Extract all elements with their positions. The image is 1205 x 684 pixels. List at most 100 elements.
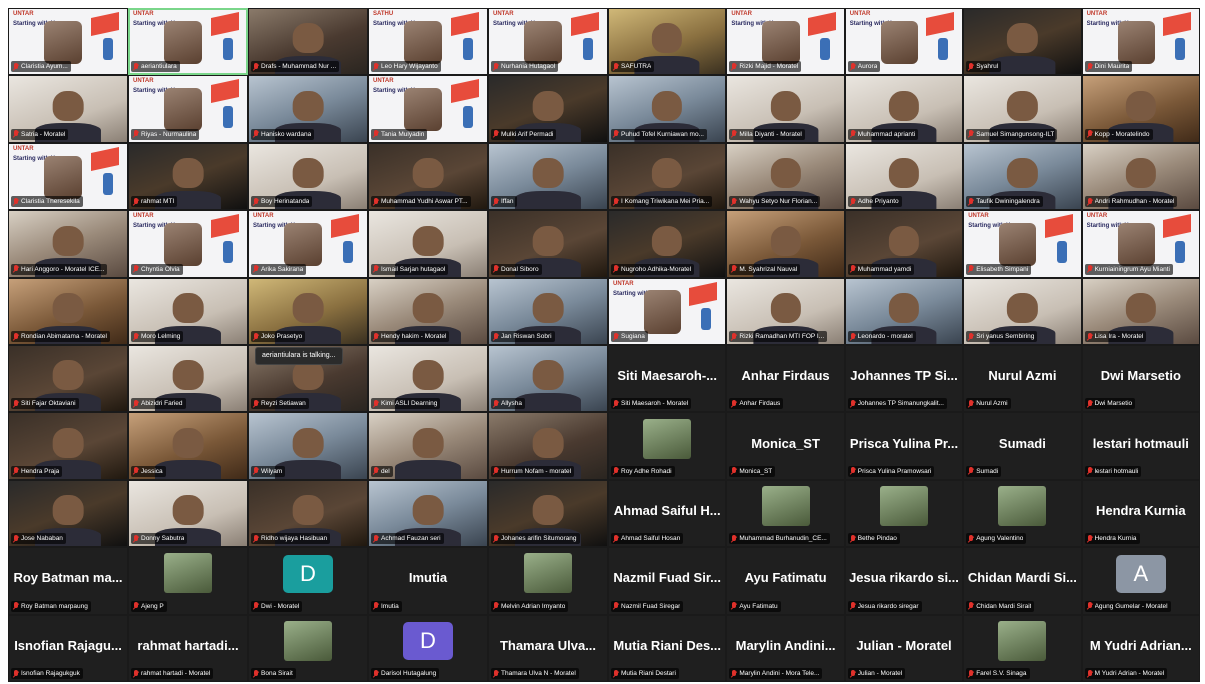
participant-tile[interactable]: Jesua rikardo si... Jesua rikardo siregar bbox=[844, 547, 964, 615]
participant-tile[interactable]: UNTAR Starting with You Riyas - Nurmaulina bbox=[128, 75, 248, 143]
participant-tile[interactable]: Melvin Adrian Irnyanto bbox=[488, 547, 608, 615]
participant-tile[interactable]: Prisca Yulina Pr... Prisca Yulina Pramows… bbox=[844, 412, 964, 480]
participant-tile[interactable]: Ajeng P bbox=[128, 547, 248, 615]
participant-tile[interactable]: Marylin Andini... Marylin Andini - Mora T… bbox=[726, 614, 845, 682]
participant-tile[interactable]: Puhud Tofel Kurniawan mo... bbox=[608, 75, 727, 143]
participant-tile[interactable]: Johannes TP Si... Johannes TP Simanungkal… bbox=[844, 345, 964, 413]
participant-tile[interactable]: Allysha bbox=[488, 345, 608, 413]
participant-tile[interactable]: Rondian Abimatama - Moratel bbox=[8, 277, 128, 345]
participant-tile[interactable]: Hendy hakim - Moratel bbox=[368, 277, 488, 345]
participant-tile[interactable]: Sri yanus Sembiring bbox=[963, 277, 1082, 345]
participant-tile[interactable]: Isnofian Rajagu... Isnofian Rajagukguk bbox=[8, 614, 128, 682]
participant-tile[interactable]: UNTAR Starting with You Aurora bbox=[844, 8, 964, 76]
participant-tile[interactable]: Jan Riswan Sobri bbox=[488, 277, 608, 345]
participant-tile[interactable]: UNTAR Starting with You Chyntia Olvia bbox=[128, 210, 248, 278]
participant-tile[interactable]: SAFUTRA bbox=[608, 8, 727, 76]
participant-tile[interactable]: Anhar Firdaus Anhar Firdaus bbox=[726, 345, 845, 413]
participant-tile[interactable]: Iffan bbox=[488, 142, 608, 211]
participant-tile[interactable]: Milla Diyanti - Moratel bbox=[726, 75, 845, 143]
participant-tile[interactable]: M. Syahrizal Nauval bbox=[726, 210, 845, 278]
participant-tile[interactable]: rahmat hartadi... rahmat hartadi - Morate… bbox=[128, 614, 248, 682]
participant-tile[interactable]: D Darisol Hutagalung bbox=[368, 614, 488, 682]
participant-tile[interactable]: Adhe Priyanto bbox=[844, 142, 964, 211]
participant-tile[interactable]: Muhammad Yudhi Aswar PT... bbox=[368, 142, 488, 211]
participant-tile[interactable]: A Agung Gumelar - Moratel bbox=[1081, 547, 1200, 615]
participant-tile[interactable]: UNTAR Starting with You aeriantiulara bbox=[128, 8, 248, 76]
participant-tile[interactable]: Hendra Praja bbox=[8, 412, 128, 480]
participant-tile[interactable]: Ahmad Saiful H... Ahmad Saiful Hosan bbox=[608, 479, 727, 548]
participant-tile[interactable]: Monica_ST Monica_ST bbox=[726, 412, 845, 480]
participant-tile[interactable]: Jessica bbox=[128, 412, 248, 480]
participant-tile[interactable]: Bethe Pindao bbox=[844, 479, 964, 548]
participant-tile[interactable]: Joko Prasetyo bbox=[248, 277, 368, 345]
participant-tile[interactable]: Nazmil Fuad Sir... Nazmil Fuad Siregar bbox=[608, 547, 727, 615]
participant-tile[interactable]: Satria - Moratel bbox=[8, 75, 128, 143]
participant-tile[interactable]: Jose Nababan bbox=[8, 479, 128, 548]
participant-tile[interactable]: Ismail Sarjan hutagaol bbox=[368, 210, 488, 278]
participant-tile[interactable]: Lisa Ira - Moratel bbox=[1081, 277, 1200, 345]
participant-tile[interactable]: Leonardo - moratel bbox=[844, 277, 964, 345]
participant-tile[interactable]: Syahrul bbox=[963, 8, 1082, 76]
participant-tile[interactable]: Kopp - Moratelindo bbox=[1081, 75, 1200, 143]
participant-tile[interactable]: del bbox=[368, 412, 488, 480]
participant-tile[interactable]: Kimi ASLI Dearning bbox=[368, 345, 488, 413]
participant-tile[interactable]: Muhammad aprianti bbox=[844, 75, 964, 143]
participant-tile[interactable]: Julian - Moratel Julian - Moratel bbox=[844, 614, 964, 682]
participant-tile[interactable]: Nurul Azmi Nurul Azmi bbox=[963, 345, 1082, 413]
participant-tile[interactable]: Imutia Imutia bbox=[368, 547, 488, 615]
participant-tile[interactable]: Roy Batman ma... Roy Batman marpaung bbox=[8, 547, 128, 615]
participant-tile[interactable]: Thamara Ulva... Thamara Ulva N - Moratel bbox=[488, 614, 608, 682]
participant-tile[interactable]: Donny Sabutra bbox=[128, 479, 248, 548]
participant-tile[interactable]: M Yudri Adrian... M Yudri Adrian - Morate… bbox=[1081, 614, 1200, 682]
participant-tile[interactable]: D Dwi - Moratel bbox=[248, 547, 368, 615]
participant-tile[interactable]: Ridho wijaya Hasibuan bbox=[248, 479, 368, 548]
participant-tile[interactable]: Hendra Kurnia Hendra Kurnia bbox=[1081, 479, 1200, 548]
participant-tile[interactable]: Samuel Simangunsong-ILT bbox=[963, 75, 1082, 143]
participant-tile[interactable]: Andri Rahmudhan - Moratel bbox=[1081, 142, 1200, 211]
participant-tile[interactable]: UNTAR Starting with You Dini Maurita bbox=[1081, 8, 1200, 76]
participant-tile[interactable]: Rizki Ramadhan MTI FOP I... bbox=[726, 277, 845, 345]
participant-tile[interactable]: Bona Sirait bbox=[248, 614, 368, 682]
participant-tile[interactable]: Wilyam bbox=[248, 412, 368, 480]
participant-tile[interactable]: Hurrum Nofam - moratel bbox=[488, 412, 608, 480]
participant-tile[interactable]: I Komang Triwikana Mei Pria... bbox=[608, 142, 727, 211]
participant-tile[interactable]: UNTAR Starting with You Tania Mulyadin bbox=[368, 75, 488, 143]
participant-tile[interactable]: Taufik Dwiningalendra bbox=[963, 142, 1082, 211]
participant-tile[interactable]: Muhammad Burhanudin_CE... bbox=[726, 479, 845, 548]
participant-tile[interactable]: Siti Fajar Oktaviani bbox=[8, 345, 128, 413]
participant-tile[interactable]: Sumadi Sumadi bbox=[963, 412, 1082, 480]
participant-tile[interactable]: Wahyu Setyo Nur Florian... bbox=[726, 142, 845, 211]
participant-tile[interactable]: Mutia Riani Des... Mutia Riani Destari bbox=[608, 614, 727, 682]
participant-tile[interactable]: UNTAR Starting with You Elisabeth Simpani bbox=[963, 210, 1082, 278]
participant-tile[interactable]: Johanes arifin Situmorang bbox=[488, 479, 608, 548]
participant-tile[interactable]: Farel S.V. Sinaga bbox=[963, 614, 1082, 682]
participant-tile[interactable]: UNTAR Starting with You Nurhania Hutagaol bbox=[488, 8, 608, 76]
participant-tile[interactable]: UNTAR Starting with You Arika Sakirana bbox=[248, 210, 368, 278]
microphone-muted-icon bbox=[850, 467, 856, 475]
participant-tile[interactable]: Drafs - Muhammad Nur ... bbox=[248, 8, 368, 76]
participant-tile[interactable]: Moro Lelming bbox=[128, 277, 248, 345]
participant-tile[interactable]: Roy Adhe Rohadi bbox=[608, 412, 727, 480]
participant-tile[interactable]: Ayu Fatimatu Ayu Fatimatu bbox=[726, 547, 845, 615]
participant-tile[interactable]: lestari hotmauli lestari hotmauli bbox=[1081, 412, 1200, 480]
participant-tile[interactable]: rahmat MTI bbox=[128, 142, 248, 211]
participant-tile[interactable]: Mulki Arif Permadi bbox=[488, 75, 608, 143]
participant-tile[interactable]: UNTAR Starting with You Claristia Theresek… bbox=[8, 142, 128, 211]
participant-tile[interactable]: Dwi Marsetio Dwi Marsetio bbox=[1081, 345, 1200, 413]
participant-tile[interactable]: SATHU Starting with You Leo Hary Wijayanto bbox=[368, 8, 488, 76]
participant-tile[interactable]: UNTAR Starting with You Rizki Majid - Mora… bbox=[726, 8, 845, 76]
participant-tile[interactable]: Hanisko wardana bbox=[248, 75, 368, 143]
participant-tile[interactable]: UNTAR Starting with You Claristia Ayum... bbox=[8, 8, 128, 76]
participant-tile[interactable]: UNTAR Starting with You Kurniainingrum Ayu… bbox=[1081, 210, 1200, 278]
participant-tile[interactable]: Donal Siboro bbox=[488, 210, 608, 278]
participant-tile[interactable]: Muhammad yamdi bbox=[844, 210, 964, 278]
participant-tile[interactable]: Chidan Mardi Si... Chidan Mardi Sirait bbox=[963, 547, 1082, 615]
participant-tile[interactable]: Hari Anggoro - Moratel ICE... bbox=[8, 210, 128, 278]
participant-tile[interactable]: Boy Herinatanda bbox=[248, 142, 368, 211]
participant-tile[interactable]: Achmad Fauzan seri bbox=[368, 479, 488, 548]
participant-tile[interactable]: Abizidri Faried bbox=[128, 345, 248, 413]
participant-tile[interactable]: UNTAR Starting with You Sugiana bbox=[608, 277, 727, 345]
participant-tile[interactable]: Siti Maesaroh-... Siti Maesaroh - Moratel bbox=[608, 345, 727, 413]
participant-tile[interactable]: Nugroho Adhika-Moratel bbox=[608, 210, 727, 278]
participant-tile[interactable]: Agung Valentino bbox=[963, 479, 1082, 548]
